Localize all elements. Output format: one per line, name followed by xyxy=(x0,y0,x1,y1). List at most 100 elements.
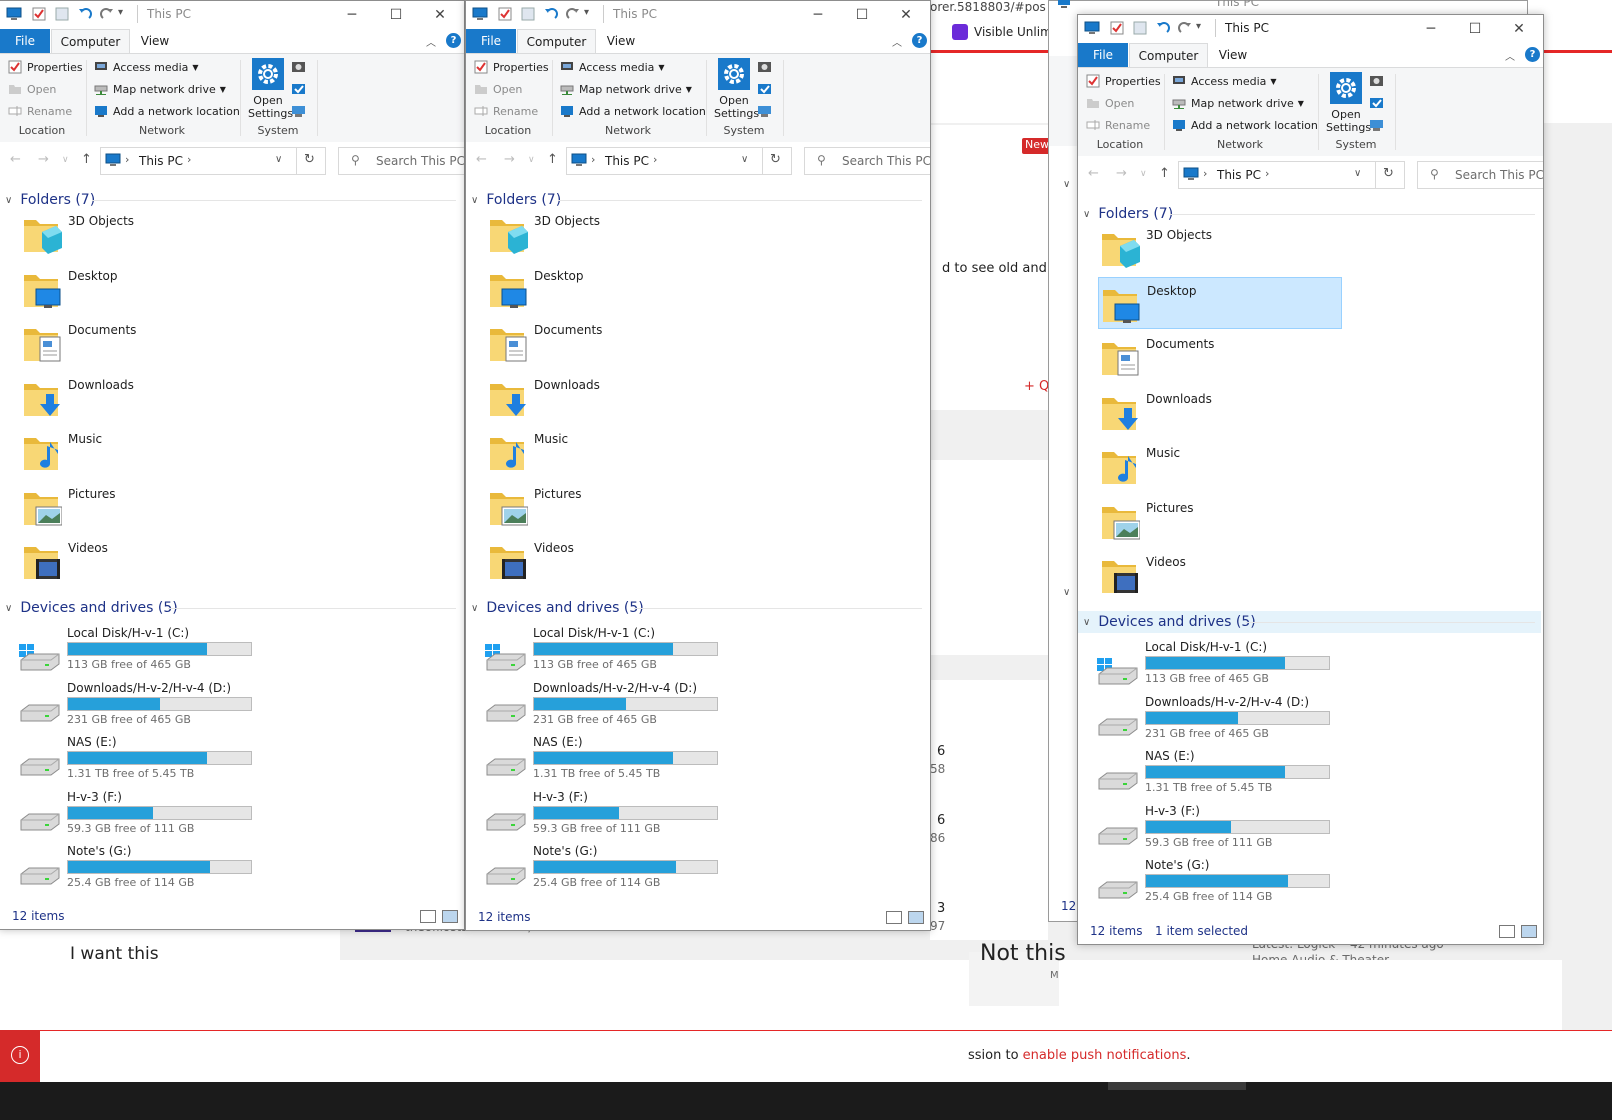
tab-view[interactable]: View xyxy=(601,29,641,53)
tab-view[interactable]: View xyxy=(135,29,175,53)
system-properties-icon[interactable] xyxy=(757,82,772,96)
collapse-ribbon-icon[interactable]: ︿ xyxy=(892,34,902,49)
properties-check-icon[interactable] xyxy=(498,7,512,21)
manage-computer-icon[interactable] xyxy=(1369,118,1384,132)
folder-item[interactable]: Music xyxy=(1098,440,1358,490)
folder-item[interactable]: Pictures xyxy=(20,481,280,531)
help-icon[interactable]: ? xyxy=(446,33,461,48)
tab-computer[interactable]: Computer xyxy=(517,29,596,53)
rename-button[interactable]: Rename xyxy=(474,104,538,118)
tab-file[interactable]: File xyxy=(0,29,50,53)
breadcrumb-chevron-icon[interactable]: › xyxy=(125,153,129,166)
title-bar[interactable]: ▾ This PC ─ ☐ ✕ xyxy=(1078,15,1543,43)
address-bar[interactable]: › This PC › ∨ xyxy=(1178,161,1377,189)
breadcrumb-chevron-icon[interactable]: › xyxy=(187,153,191,166)
file-view[interactable]: ∨ Folders (7) 3D Objects Desktop Documents Do… xyxy=(0,178,464,903)
folder-item[interactable]: Downloads xyxy=(486,372,746,422)
breadcrumb-this-pc[interactable]: This PC xyxy=(139,154,183,168)
folder-item[interactable]: 3D Objects xyxy=(486,208,746,258)
manage-computer-icon[interactable] xyxy=(757,104,772,118)
title-bar[interactable]: ▾ This PC ─ ☐ ✕ xyxy=(0,1,464,29)
system-properties-icon[interactable] xyxy=(1369,96,1384,110)
uninstall-program-icon[interactable] xyxy=(757,60,772,74)
address-dropdown-icon[interactable]: ∨ xyxy=(275,154,282,165)
back-arrow-icon[interactable]: ← xyxy=(1088,166,1099,181)
folder-item[interactable]: Documents xyxy=(1098,331,1358,381)
maximize-button[interactable]: ☐ xyxy=(1453,15,1497,43)
tab-file[interactable]: File xyxy=(1078,43,1128,67)
drive-item[interactable]: NAS (E:) 1.31 TB free of 5.45 TB xyxy=(1093,749,1353,801)
breadcrumb-this-pc[interactable]: This PC xyxy=(1217,168,1261,182)
forward-arrow-icon[interactable]: → xyxy=(1116,166,1127,181)
forward-arrow-icon[interactable]: → xyxy=(504,152,515,167)
details-view-icon[interactable] xyxy=(420,910,436,923)
new-folder-icon[interactable] xyxy=(1133,21,1147,35)
breadcrumb-this-pc[interactable]: This PC xyxy=(605,154,649,168)
recent-locations-icon[interactable]: ∨ xyxy=(528,155,535,165)
recent-locations-icon[interactable]: ∨ xyxy=(1140,169,1147,179)
drive-item[interactable]: Note's (G:) 25.4 GB free of 114 GB xyxy=(15,844,275,896)
minimize-button[interactable]: ─ xyxy=(796,1,840,29)
refresh-button[interactable]: ↻ xyxy=(762,147,792,175)
folder-item[interactable]: Music xyxy=(20,426,280,476)
browser-tab-title[interactable]: Visible Unlimit xyxy=(974,25,1060,39)
drive-item[interactable]: Downloads/H-v-2/H-v-4 (D:) 231 GB free of… xyxy=(481,681,741,733)
access-media-button[interactable]: Access media ▼ xyxy=(94,60,199,74)
search-input[interactable]: Search This PC xyxy=(842,154,930,168)
up-arrow-icon[interactable]: ↑ xyxy=(81,152,92,167)
close-button[interactable]: ✕ xyxy=(1497,15,1541,43)
explorer-window-middle[interactable]: ▾ This PC ─ ☐ ✕ File Computer View ︿? Properties O… xyxy=(465,0,931,931)
address-dropdown-icon[interactable]: ∨ xyxy=(741,154,748,165)
details-view-icon[interactable] xyxy=(1499,925,1515,938)
search-input[interactable]: Search This PC xyxy=(1455,168,1543,182)
maximize-button[interactable]: ☐ xyxy=(840,1,884,29)
folder-item[interactable]: Downloads xyxy=(20,372,280,422)
add-network-location-button[interactable]: Add a network location xyxy=(1172,118,1318,132)
map-network-drive-button[interactable]: Map network drive ▼ xyxy=(560,82,692,96)
large-icons-view-icon[interactable] xyxy=(908,911,924,924)
open-button[interactable]: Open xyxy=(8,82,56,96)
taskbar-active-item[interactable] xyxy=(1108,1082,1246,1090)
access-media-button[interactable]: Access media ▼ xyxy=(560,60,665,74)
add-network-location-button[interactable]: Add a network location xyxy=(560,104,706,118)
open-button[interactable]: Open xyxy=(474,82,522,96)
close-button[interactable]: ✕ xyxy=(884,1,928,29)
folder-item[interactable]: 3D Objects xyxy=(20,208,280,258)
customize-toolbar-caret-icon[interactable]: ▾ xyxy=(584,7,589,18)
collapse-ribbon-icon[interactable]: ︿ xyxy=(426,34,436,49)
new-folder-icon[interactable] xyxy=(521,7,535,21)
folder-item[interactable]: Documents xyxy=(486,317,746,367)
address-dropdown-icon[interactable]: ∨ xyxy=(1354,168,1361,179)
drive-item[interactable]: Downloads/H-v-2/H-v-4 (D:) 231 GB free of… xyxy=(15,681,275,733)
redo-icon[interactable] xyxy=(100,7,114,21)
up-arrow-icon[interactable]: ↑ xyxy=(1159,166,1170,181)
map-network-drive-button[interactable]: Map network drive ▼ xyxy=(94,82,226,96)
drive-item[interactable]: H-v-3 (F:) 59.3 GB free of 111 GB xyxy=(1093,804,1353,856)
undo-icon[interactable] xyxy=(78,7,92,21)
title-bar[interactable]: ▾ This PC ─ ☐ ✕ xyxy=(466,1,930,29)
breadcrumb-chevron-icon[interactable]: › xyxy=(591,153,595,166)
add-network-location-button[interactable]: Add a network location xyxy=(94,104,240,118)
drive-item[interactable]: Local Disk/H-v-1 (C:) 113 GB free of 465 … xyxy=(1093,640,1353,692)
map-network-drive-button[interactable]: Map network drive ▼ xyxy=(1172,96,1304,110)
rename-button[interactable]: Rename xyxy=(1086,118,1150,132)
enable-push-link[interactable]: enable push notifications xyxy=(1023,1048,1187,1063)
drive-item[interactable]: H-v-3 (F:) 59.3 GB free of 111 GB xyxy=(481,790,741,842)
folder-item[interactable]: Videos xyxy=(1098,549,1358,599)
refresh-button[interactable]: ↻ xyxy=(1375,161,1405,189)
search-box[interactable]: ⚲ Search This PC xyxy=(804,147,930,175)
drive-item[interactable]: Note's (G:) 25.4 GB free of 114 GB xyxy=(1093,858,1353,910)
properties-button[interactable]: Properties xyxy=(8,60,83,74)
quote-link-fragment[interactable]: + Q xyxy=(1024,379,1049,394)
tab-computer[interactable]: Computer xyxy=(51,29,130,53)
customize-toolbar-caret-icon[interactable]: ▾ xyxy=(118,7,123,18)
back-arrow-icon[interactable]: ← xyxy=(476,152,487,167)
tab-file[interactable]: File xyxy=(466,29,516,53)
file-view[interactable]: ∨ Folders (7) 3D Objects Desktop Documents Do… xyxy=(466,178,930,904)
folder-item[interactable]: 3D Objects xyxy=(1098,222,1358,272)
drive-item[interactable]: H-v-3 (F:) 59.3 GB free of 111 GB xyxy=(15,790,275,842)
folder-item[interactable]: Videos xyxy=(20,535,280,585)
tab-view[interactable]: View xyxy=(1213,43,1253,67)
folder-item[interactable]: Desktop xyxy=(486,263,746,313)
properties-check-icon[interactable] xyxy=(1110,21,1124,35)
